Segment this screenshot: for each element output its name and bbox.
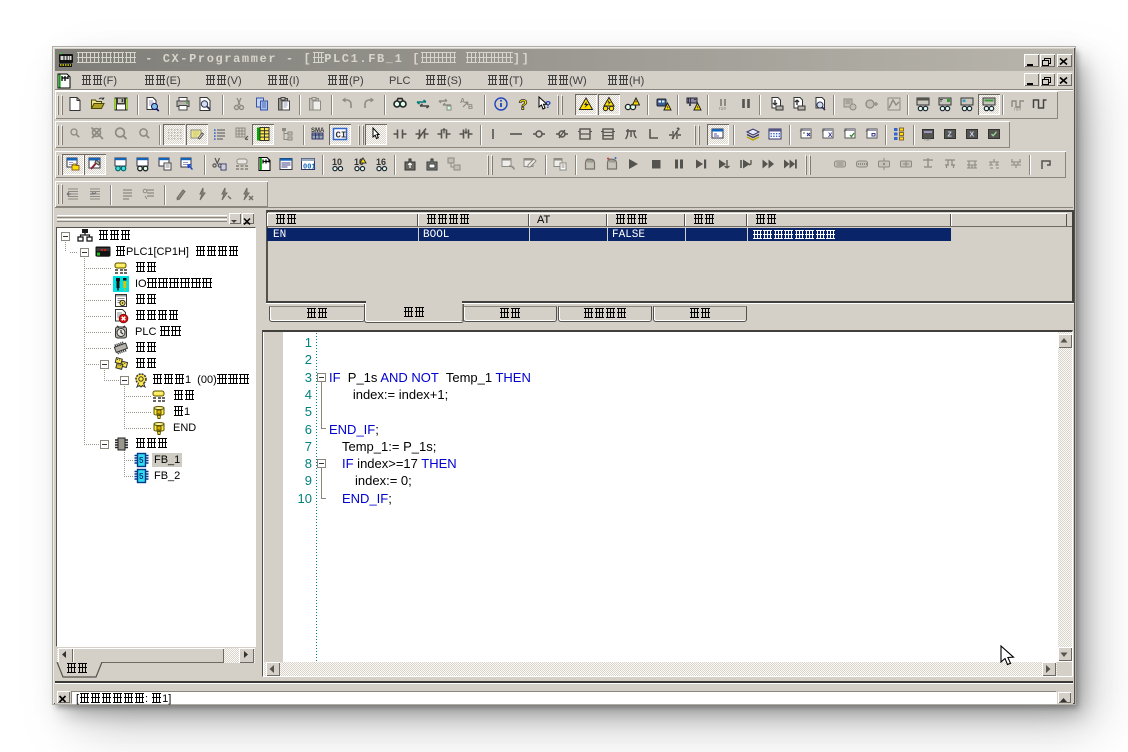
svg-text:001: 001 bbox=[303, 164, 316, 172]
svg-text:Z: Z bbox=[948, 132, 953, 139]
svg-text:X: X bbox=[828, 132, 833, 139]
svg-text:X: X bbox=[970, 132, 975, 139]
svg-text:5: 5 bbox=[139, 472, 144, 481]
svg-text:10: 10 bbox=[332, 157, 342, 167]
svg-text:16: 16 bbox=[376, 157, 386, 167]
svg-text:?: ? bbox=[519, 97, 528, 113]
svg-text:run: run bbox=[1014, 107, 1021, 113]
svg-text:A: A bbox=[460, 98, 465, 105]
svg-text:CI: CI bbox=[336, 131, 347, 141]
svg-text:5: 5 bbox=[139, 456, 144, 465]
svg-text:run: run bbox=[924, 137, 931, 142]
svg-text:run: run bbox=[719, 106, 726, 112]
svg-text:?: ? bbox=[545, 100, 551, 111]
svg-text:B: B bbox=[468, 104, 473, 111]
